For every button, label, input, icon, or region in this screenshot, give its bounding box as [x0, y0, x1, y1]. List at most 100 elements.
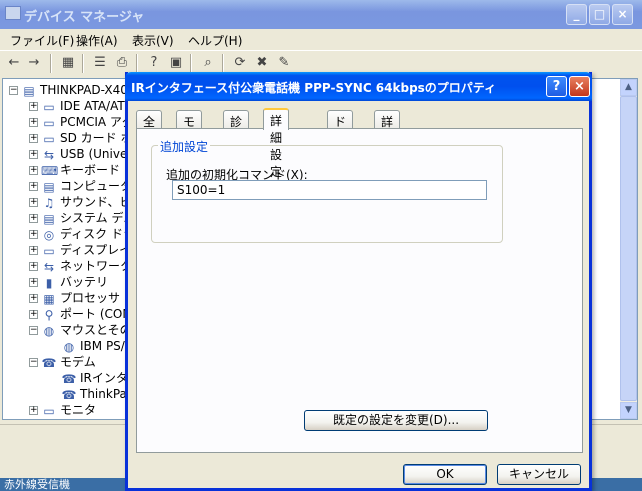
dialog-title-bar[interactable]: IRインタフェース付公衆電話機 PPP-SYNC 64kbpsのプロパティ ? …: [125, 72, 592, 101]
minimize-button[interactable]: _: [566, 4, 587, 25]
ide-controller-icon: ▭: [43, 99, 55, 114]
toolbar-separator: [136, 54, 138, 73]
keyboard-icon: ⌨: [41, 163, 59, 178]
menu-file[interactable]: ファイル(F): [10, 32, 74, 49]
tree-item[interactable]: + ⇆ USB (Univer: [29, 146, 132, 162]
modem-icon: ☎: [41, 355, 57, 370]
tree-item[interactable]: + ▭ PCMCIA アダ: [29, 114, 134, 130]
display-adapter-icon: ▭: [43, 243, 55, 258]
collapse-icon[interactable]: −: [29, 358, 38, 367]
back-icon[interactable]: ←: [6, 55, 22, 71]
network-adapter-icon: ⇆: [43, 259, 55, 274]
dialog-help-button[interactable]: ?: [546, 76, 567, 97]
toolbar-separator: [222, 54, 224, 73]
dialog-title: IRインタフェース付公衆電話機 PPP-SYNC 64kbpsのプロパティ: [131, 81, 497, 95]
tree-item[interactable]: + ⚲ ポート (COM: [29, 306, 133, 322]
tree-item-label: キーボード: [60, 163, 121, 177]
uninstall-icon[interactable]: ✖: [254, 55, 270, 71]
vertical-scrollbar[interactable]: ▲ ▼: [620, 79, 637, 419]
main-window-title: デバイス マネージャ: [24, 10, 145, 25]
cancel-button[interactable]: キャンセル: [497, 464, 581, 485]
tree-item[interactable]: + ▭ SD カード ホ: [29, 130, 133, 146]
computer-icon: ▤: [23, 83, 35, 98]
tab-advanced[interactable]: 詳細設定: [263, 108, 290, 179]
menu-bar: ファイル(F) 操作(A) 表示(V) ヘルプ(H): [0, 29, 642, 49]
help-icon[interactable]: ?: [146, 55, 162, 71]
collapse-icon[interactable]: −: [29, 326, 38, 335]
toolbar-separator: [82, 54, 84, 73]
tab-modem[interactable]: モデム: [176, 110, 203, 163]
tree-item-computer[interactable]: − ▤ THINKPAD-X40: [9, 82, 128, 98]
tree-item[interactable]: − ☎ モデム: [29, 354, 96, 370]
forward-icon[interactable]: →: [26, 55, 42, 71]
expand-icon[interactable]: +: [29, 182, 38, 191]
sound-icon: ♫: [43, 195, 55, 210]
update-driver-icon[interactable]: ⟳: [232, 55, 248, 71]
tree-item[interactable]: + ▭ IDE ATA/AT: [29, 98, 125, 114]
tree-item[interactable]: ◍ IBM PS/: [61, 338, 125, 354]
menu-view[interactable]: 表示(V): [132, 32, 174, 49]
disable-icon[interactable]: ✎: [276, 55, 292, 71]
ok-button[interactable]: OK: [403, 464, 487, 485]
expand-icon[interactable]: +: [29, 310, 38, 319]
view-icon[interactable]: ▣: [168, 55, 184, 71]
print-icon[interactable]: ⎙: [114, 55, 130, 71]
scan-hardware-icon[interactable]: ⌕: [200, 55, 216, 71]
expand-icon[interactable]: +: [29, 198, 38, 207]
expand-icon[interactable]: +: [29, 134, 38, 143]
expand-icon[interactable]: +: [29, 294, 38, 303]
menu-action[interactable]: 操作(A): [76, 32, 118, 49]
tab-driver[interactable]: ドライバ: [327, 110, 354, 180]
tab-details[interactable]: 詳細: [374, 110, 401, 146]
maximize-button[interactable]: □: [589, 4, 610, 25]
tree-item[interactable]: + ▭ モニタ: [29, 402, 96, 418]
battery-icon: ▮: [45, 275, 53, 290]
expand-icon[interactable]: +: [29, 278, 38, 287]
scroll-down-button[interactable]: ▼: [620, 402, 637, 419]
scroll-thumb[interactable]: [620, 96, 637, 401]
tree-item[interactable]: + ▮ バッテリ: [29, 274, 108, 290]
properties-icon[interactable]: ☰: [92, 55, 108, 71]
processor-icon: ▦: [43, 291, 55, 306]
expand-icon[interactable]: +: [29, 166, 38, 175]
sd-card-icon: ▭: [43, 131, 55, 146]
tree-item[interactable]: + ▤ コンピュータ: [29, 178, 132, 194]
tree-item[interactable]: ☎ ThinkPad: [61, 386, 135, 402]
tree-item-label: コンピュータ: [60, 179, 133, 193]
device-manager-icon: [5, 6, 21, 20]
usb-icon: ⇆: [43, 147, 55, 162]
init-command-input[interactable]: [172, 180, 487, 200]
port-icon: ⚲: [44, 307, 54, 322]
change-defaults-button[interactable]: 既定の設定を変更(D)...: [304, 410, 488, 431]
expand-icon[interactable]: +: [29, 246, 38, 255]
dialog-close-button[interactable]: ×: [569, 76, 590, 97]
main-close-button[interactable]: ×: [612, 4, 633, 25]
tree-item[interactable]: + ▤ システム デバ: [29, 210, 135, 226]
group-caption: 追加設定: [158, 138, 211, 155]
additional-settings-group: 追加設定 追加の初期化コマンド(X):: [151, 138, 503, 243]
tree-item[interactable]: + ⌨ キーボード: [29, 162, 120, 178]
toolbar-separator: [50, 54, 52, 73]
expand-icon[interactable]: +: [29, 118, 38, 127]
menu-help[interactable]: ヘルプ(H): [188, 32, 242, 49]
expand-icon[interactable]: +: [29, 230, 38, 239]
expand-icon[interactable]: +: [29, 406, 38, 415]
tab-diagnostics[interactable]: 診断: [223, 110, 250, 146]
tree-item-label: プロセッサ: [60, 291, 121, 305]
tree-item-label: バッテリ: [60, 275, 109, 289]
tree-item-label: モデム: [60, 355, 96, 369]
tree-item-label: ポート (COM: [60, 307, 133, 321]
tree-item-label: PCMCIA アダ: [60, 115, 134, 129]
expand-icon[interactable]: +: [29, 262, 38, 271]
main-title-bar[interactable]: デバイス マネージャ _ □ ×: [0, 0, 642, 29]
tab-general[interactable]: 全般: [136, 110, 163, 146]
console-tree-icon[interactable]: ▦: [60, 55, 76, 71]
scroll-up-button[interactable]: ▲: [620, 79, 637, 96]
collapse-icon[interactable]: −: [9, 86, 18, 95]
mouse-icon: ◍: [43, 323, 55, 338]
expand-icon[interactable]: +: [29, 102, 38, 111]
expand-icon[interactable]: +: [29, 150, 38, 159]
modem-icon: ☎: [61, 387, 77, 402]
tree-item[interactable]: + ▦ プロセッサ: [29, 290, 120, 306]
expand-icon[interactable]: +: [29, 214, 38, 223]
